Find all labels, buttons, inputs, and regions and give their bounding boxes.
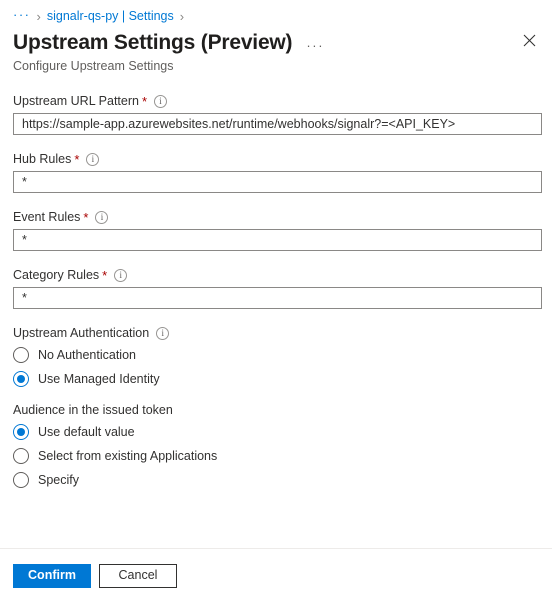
field-event-rules: Event Rules * i [13,209,542,251]
radio-mark-icon [13,371,29,387]
hub-rules-input[interactable] [13,171,542,193]
cancel-button[interactable]: Cancel [99,563,177,588]
radio-label: No Authentication [38,348,136,362]
label-upstream-authentication: Upstream Authentication i [13,325,542,341]
required-indicator: * [83,209,89,225]
radio-mark-icon [13,472,29,488]
label-hub-rules: Hub Rules * i [13,151,542,167]
required-indicator: * [102,267,108,283]
radio-mark-icon [13,448,29,464]
title-row: Upstream Settings (Preview) ··· [0,24,552,56]
radio-use-default-value[interactable]: Use default value [13,424,135,440]
radio-specify[interactable]: Specify [13,472,79,488]
label-upstream-url-pattern: Upstream URL Pattern * i [13,93,542,109]
label-text: Audience in the issued token [13,403,173,417]
category-rules-input[interactable] [13,287,542,309]
breadcrumb-separator-icon: › [36,8,41,24]
radio-label: Use Managed Identity [38,372,160,386]
label-category-rules: Category Rules * i [13,267,542,283]
info-icon[interactable]: i [114,268,128,282]
radio-no-authentication[interactable]: No Authentication [13,347,136,363]
radio-label: Specify [38,473,79,487]
required-indicator: * [74,151,80,167]
page-subtitle: Configure Upstream Settings [13,59,174,73]
confirm-button[interactable]: Confirm [13,563,91,588]
upstream-authentication-group: Upstream Authentication i No Authenticat… [13,325,542,387]
info-icon[interactable]: i [95,210,109,224]
breadcrumb-overflow-button[interactable]: ··· [13,8,31,25]
breadcrumb-trailing-separator-icon: › [179,8,185,24]
radio-select-existing-applications[interactable]: Select from existing Applications [13,448,217,464]
audience-token-group: Audience in the issued token Use default… [13,402,542,488]
radio-mark-icon [13,424,29,440]
radio-label: Select from existing Applications [38,449,218,463]
label-text: Category Rules [13,268,100,282]
label-text: Event Rules [13,210,81,224]
radio-use-managed-identity[interactable]: Use Managed Identity [13,371,160,387]
label-event-rules: Event Rules * i [13,209,542,225]
field-category-rules: Category Rules * i [13,267,542,309]
event-rules-input[interactable] [13,229,542,251]
more-options-button[interactable]: ··· [306,39,324,52]
info-icon[interactable]: i [86,152,100,166]
label-text: Upstream URL Pattern [13,94,139,108]
page-title: Upstream Settings (Preview) [13,31,293,54]
info-icon[interactable]: i [156,326,170,340]
breadcrumb-link-settings[interactable]: signalr-qs-py | Settings [47,9,174,23]
label-text: Upstream Authentication [13,326,150,340]
info-icon[interactable]: i [154,94,168,108]
upstream-settings-form: Upstream URL Pattern * i Hub Rules * i E… [0,75,552,488]
close-button[interactable] [518,29,540,51]
close-icon [523,34,535,46]
upstream-url-pattern-input[interactable] [13,113,542,135]
radio-mark-icon [13,347,29,363]
label-text: Hub Rules [13,152,72,166]
label-audience-token: Audience in the issued token [13,402,542,418]
field-upstream-url-pattern: Upstream URL Pattern * i [13,93,542,135]
field-hub-rules: Hub Rules * i [13,151,542,193]
breadcrumb: ··· › signalr-qs-py | Settings › [0,0,552,24]
footer-action-bar: Confirm Cancel [0,548,552,602]
radio-label: Use default value [38,425,135,439]
required-indicator: * [141,93,148,109]
